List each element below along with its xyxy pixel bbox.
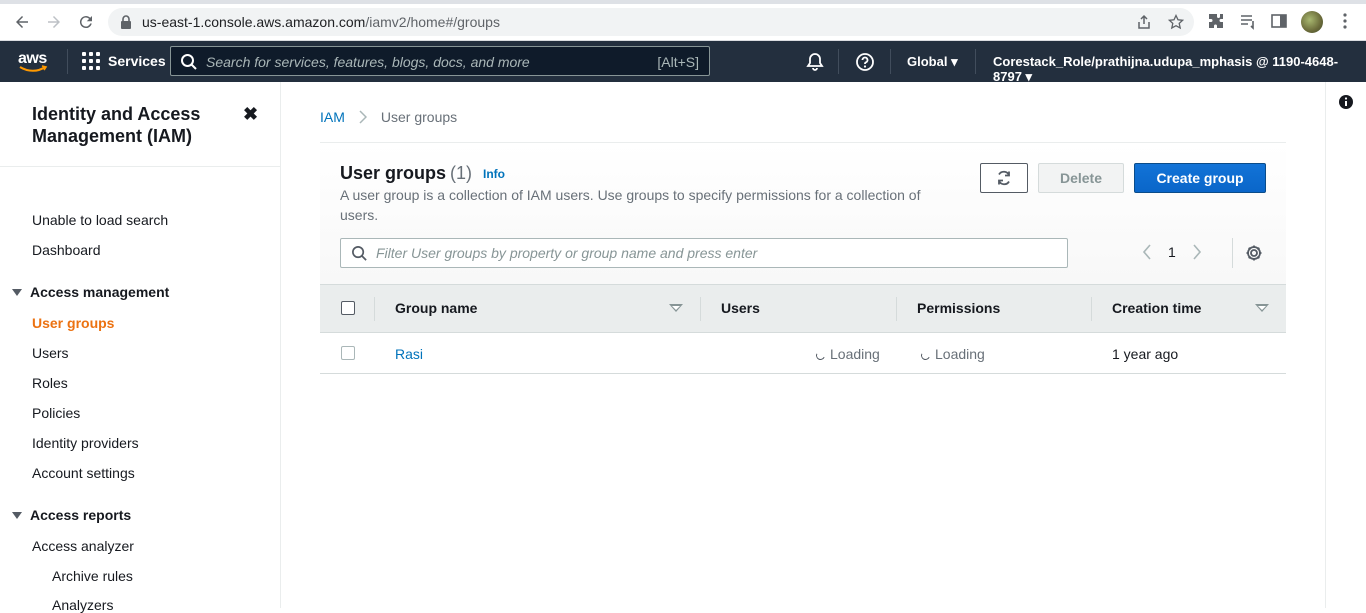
services-grid-icon (82, 52, 100, 70)
sidebar-item-unable-to-load-search[interactable]: Unable to load search (32, 212, 168, 228)
section-access-reports[interactable]: Access reports (12, 507, 131, 523)
sidebar-item-analyzers[interactable]: Analyzers (52, 597, 113, 613)
chevron-right-icon (359, 110, 367, 124)
tab-strip (0, 0, 1366, 4)
search-placeholder: Search for services, features, blogs, do… (206, 54, 530, 70)
create-group-button[interactable]: Create group (1134, 163, 1266, 193)
sidebar-item-policies[interactable]: Policies (32, 405, 80, 421)
section-label: Access reports (30, 507, 132, 523)
bookmark-star-icon[interactable] (1168, 14, 1184, 30)
services-menu-button[interactable]: Services (82, 52, 166, 70)
sidebar-item-users[interactable]: Users (32, 345, 69, 361)
sidebar-item-access-analyzer[interactable]: Access analyzer (32, 538, 134, 554)
creation-time-cell: 1 year ago (1112, 346, 1179, 362)
nav-divider (67, 49, 68, 74)
close-icon[interactable]: ✖ (243, 104, 258, 125)
forward-icon[interactable] (43, 11, 65, 33)
table-row[interactable]: Rasi Loading Loading 1 year ago (320, 333, 1286, 375)
permissions-cell: Loading (919, 346, 985, 362)
profile-avatar[interactable] (1301, 11, 1323, 33)
refresh-icon (998, 170, 1010, 186)
panel-description: A user group is a collection of IAM user… (340, 187, 921, 223)
loading-spinner-icon (814, 349, 827, 362)
sidebar-item-archive-rules[interactable]: Archive rules (52, 568, 133, 584)
nav-divider (975, 49, 976, 74)
address-bar[interactable]: us-east-1.console.aws.amazon.com/iamv2/h… (108, 8, 1194, 36)
column-divider (700, 297, 701, 321)
notifications-bell-icon[interactable] (805, 52, 825, 72)
reading-list-icon[interactable] (1239, 12, 1257, 30)
sidebar-item-account-settings[interactable]: Account settings (32, 465, 135, 481)
delete-button[interactable]: Delete (1038, 163, 1124, 193)
extensions-icon[interactable] (1207, 12, 1225, 30)
filter-placeholder: Filter User groups by property or group … (376, 245, 758, 261)
column-header-users[interactable]: Users (721, 300, 760, 316)
aws-logo[interactable]: aws (18, 50, 50, 72)
column-header-permissions[interactable]: Permissions (917, 300, 1000, 316)
back-icon[interactable] (11, 11, 33, 33)
row-checkbox[interactable] (341, 346, 355, 360)
users-cell: Loading (814, 346, 880, 362)
column-divider (374, 297, 375, 321)
caret-down-icon (12, 511, 22, 519)
browser-toolbar: us-east-1.console.aws.amazon.com/iamv2/h… (0, 0, 1366, 41)
section-label: Access management (30, 284, 170, 300)
filter-user-groups-input[interactable]: Filter User groups by property or group … (340, 238, 1068, 268)
help-panel-strip (1325, 82, 1366, 608)
region-selector[interactable]: Global ▾ (907, 54, 958, 70)
page-title: User groups (1) (340, 163, 473, 183)
search-icon (181, 54, 197, 70)
reload-icon[interactable] (75, 11, 97, 33)
sidebar-divider (0, 166, 280, 167)
iam-side-navigation: Identity and Access Management (IAM) ✖ U… (0, 82, 281, 613)
side-panel-icon[interactable] (1270, 12, 1288, 30)
group-name-link[interactable]: Rasi (395, 346, 423, 362)
help-icon[interactable] (855, 52, 875, 72)
account-menu[interactable]: Corestack_Role/prathijna.udupa_mphasis @… (993, 54, 1366, 85)
nav-divider (890, 49, 891, 74)
refresh-button[interactable] (980, 163, 1028, 193)
column-divider (1091, 297, 1092, 321)
services-label: Services (108, 53, 166, 69)
lock-icon (121, 15, 131, 29)
table-header: Group name Users Permissions Creation ti… (320, 284, 1286, 333)
column-divider (896, 297, 897, 321)
chevron-left-icon[interactable] (1142, 244, 1152, 260)
search-shortcut: [Alt+S] (657, 54, 699, 70)
select-all-checkbox[interactable] (341, 301, 355, 315)
info-link[interactable]: Info (483, 167, 505, 181)
loading-spinner-icon (919, 349, 932, 362)
column-header-creation-time[interactable]: Creation time (1112, 300, 1201, 316)
pagination: 1 (1142, 244, 1202, 260)
nav-divider (838, 49, 839, 74)
sort-descending-icon[interactable] (1255, 304, 1269, 312)
breadcrumb-iam-link[interactable]: IAM (320, 109, 345, 125)
section-access-management[interactable]: Access management (12, 284, 169, 300)
group-count: (1) (450, 163, 473, 183)
search-icon (352, 246, 367, 261)
url-text: us-east-1.console.aws.amazon.com/iamv2/h… (142, 14, 500, 30)
browser-menu-icon[interactable] (1336, 12, 1354, 30)
console-search-input[interactable]: Search for services, features, blogs, do… (170, 46, 710, 76)
sidebar-item-identity-providers[interactable]: Identity providers (32, 435, 139, 451)
gear-icon[interactable] (1245, 244, 1263, 262)
chevron-right-icon[interactable] (1192, 244, 1202, 260)
sidebar-item-roles[interactable]: Roles (32, 375, 68, 391)
info-icon[interactable] (1338, 94, 1354, 110)
caret-down-icon (12, 288, 22, 296)
breadcrumb-current: User groups (380, 109, 458, 125)
panel-header: User groups (1) Info A user group is a co… (320, 143, 1286, 284)
share-icon[interactable] (1136, 14, 1152, 30)
breadcrumb: IAM User groups (320, 109, 457, 125)
page-number[interactable]: 1 (1168, 244, 1176, 260)
column-header-group-name[interactable]: Group name (395, 300, 477, 316)
sidebar-item-dashboard[interactable]: Dashboard (32, 242, 101, 258)
sidebar-item-user-groups[interactable]: User groups (32, 315, 114, 331)
user-groups-table-panel: User groups (1) Info A user group is a co… (320, 142, 1286, 374)
aws-console-header: aws Services Search for services, featur… (0, 41, 1366, 85)
sidebar-title: Identity and Access Management (IAM) (32, 104, 201, 146)
sort-descending-icon[interactable] (669, 304, 683, 312)
pager-divider (1232, 238, 1233, 268)
